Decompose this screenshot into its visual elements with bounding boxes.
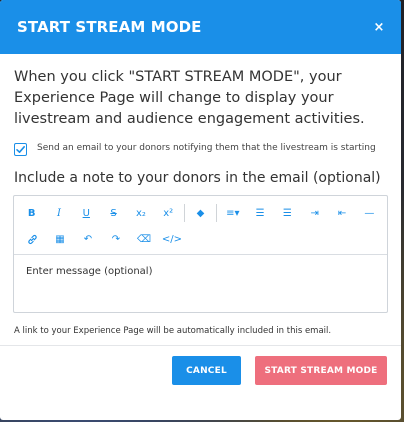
rich-text-editor: B I U S x₂ x² ◆ ≡▾ ☰ ☰ ⇥ ⇤ — ▦ ↶ ↷ ⌫ </>… bbox=[13, 195, 388, 313]
ordered-list-icon[interactable]: ☰ bbox=[246, 201, 273, 225]
toolbar-divider bbox=[216, 204, 218, 222]
toolbar-row-2: ▦ ↶ ↷ ⌫ </> bbox=[18, 226, 383, 252]
indent-icon[interactable]: ⇥ bbox=[301, 201, 328, 225]
superscript-icon[interactable]: x² bbox=[155, 201, 182, 225]
start-stream-dialog: START STREAM MODE × When you click "STAR… bbox=[0, 0, 401, 420]
dialog-footer: CANCEL START STREAM MODE bbox=[0, 346, 401, 385]
dialog-title: START STREAM MODE bbox=[17, 18, 202, 36]
intro-text: When you click "START STREAM MODE", your… bbox=[14, 69, 365, 127]
email-link-hint: A link to your Experience Page will be a… bbox=[14, 326, 332, 336]
redo-icon[interactable]: ↷ bbox=[102, 227, 130, 251]
email-checkbox-row: Send an email to your donors notifying t… bbox=[14, 142, 387, 156]
email-checkbox[interactable] bbox=[14, 143, 27, 156]
link-icon-svg bbox=[27, 234, 37, 244]
email-checkbox-label: Send an email to your donors notifying t… bbox=[37, 143, 376, 153]
underline-icon[interactable]: U bbox=[73, 201, 100, 225]
code-view-icon[interactable]: </> bbox=[158, 227, 186, 251]
unordered-list-icon[interactable]: ☰ bbox=[274, 201, 301, 225]
close-icon[interactable]: × bbox=[371, 20, 387, 35]
clear-format-icon[interactable]: ⌫ bbox=[130, 227, 158, 251]
editor-toolbar: B I U S x₂ x² ◆ ≡▾ ☰ ☰ ⇥ ⇤ — ▦ ↶ ↷ ⌫ </> bbox=[14, 196, 387, 255]
cancel-button[interactable]: CANCEL bbox=[172, 356, 241, 385]
italic-icon[interactable]: I bbox=[45, 201, 72, 225]
toolbar-row-1: B I U S x₂ x² ◆ ≡▾ ☰ ☰ ⇥ ⇤ — bbox=[18, 200, 383, 226]
bold-icon[interactable]: B bbox=[18, 201, 45, 225]
note-label: Include a note to your donors in the ema… bbox=[14, 170, 381, 186]
dialog-header: START STREAM MODE × bbox=[0, 0, 401, 54]
message-input[interactable]: Enter message (optional) bbox=[14, 255, 387, 288]
table-icon[interactable]: ▦ bbox=[46, 227, 74, 251]
align-icon[interactable]: ≡▾ bbox=[219, 201, 246, 225]
text-color-icon[interactable]: ◆ bbox=[187, 201, 214, 225]
link-icon[interactable] bbox=[18, 227, 46, 251]
toolbar-divider bbox=[183, 204, 185, 222]
strikethrough-icon[interactable]: S bbox=[100, 201, 127, 225]
checkmark-icon bbox=[16, 146, 25, 153]
start-stream-mode-button[interactable]: START STREAM MODE bbox=[255, 356, 387, 385]
undo-icon[interactable]: ↶ bbox=[74, 227, 102, 251]
outdent-icon[interactable]: ⇤ bbox=[328, 201, 355, 225]
subscript-icon[interactable]: x₂ bbox=[127, 201, 154, 225]
horizontal-rule-icon[interactable]: — bbox=[356, 201, 383, 225]
